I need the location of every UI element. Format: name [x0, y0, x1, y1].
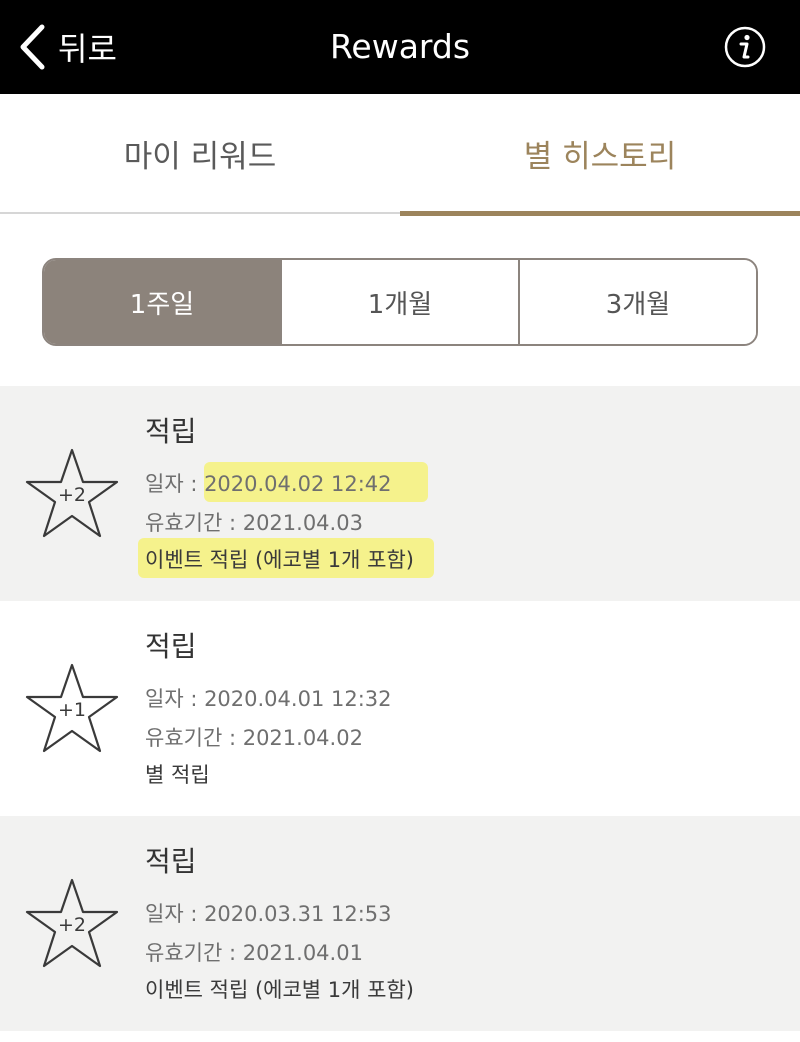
- back-button[interactable]: 뒤로: [18, 22, 117, 72]
- back-label: 뒤로: [58, 30, 117, 68]
- tab-my-rewards[interactable]: 마이 리워드: [0, 94, 400, 212]
- chevron-left-icon: [20, 24, 45, 70]
- period-3-months[interactable]: 3개월: [518, 260, 756, 344]
- star-count: +1: [58, 699, 86, 721]
- info-button[interactable]: [724, 26, 766, 68]
- period-1-week[interactable]: 1주일: [44, 260, 280, 344]
- star-icon: +1: [25, 663, 119, 753]
- info-icon: [724, 26, 766, 68]
- period-filter: 1주일 1개월 3개월: [42, 258, 758, 346]
- item-title: 적립: [145, 845, 197, 878]
- list-item[interactable]: +1 적립 일자 : 2020.04.01 12:32 유효기간 : 2021.…: [0, 601, 800, 816]
- period-1-month[interactable]: 1개월: [280, 260, 518, 344]
- list-item[interactable]: +2 적립 일자 : 2020.03.31 12:53 유효기간 : 2021.…: [0, 816, 800, 1031]
- star-count: +2: [58, 914, 86, 936]
- star-icon: +2: [25, 878, 119, 968]
- active-tab-indicator: [400, 211, 800, 216]
- item-date: 일자 : 2020.04.01 12:32: [145, 687, 392, 711]
- item-expiry: 유효기간 : 2021.04.01: [145, 941, 363, 965]
- star-history-list: +2 적립 일자 : 2020.04.02 12:42 유효기간 : 2021.…: [0, 386, 800, 1031]
- star-icon: +2: [25, 448, 119, 538]
- item-date: 일자 : 2020.03.31 12:53: [145, 902, 392, 926]
- item-note: 이벤트 적립 (에코별 1개 포함): [145, 978, 414, 1002]
- item-note: 별 적립: [145, 763, 210, 787]
- list-item[interactable]: +2 적립 일자 : 2020.04.02 12:42 유효기간 : 2021.…: [0, 386, 800, 601]
- item-title: 적립: [145, 415, 197, 448]
- page-title: Rewards: [329, 27, 471, 66]
- rewards-tabs: 마이 리워드 별 히스토리: [0, 94, 800, 216]
- item-note: 이벤트 적립 (에코별 1개 포함): [145, 548, 414, 572]
- item-date: 일자 : 2020.04.02 12:42: [145, 472, 392, 496]
- app-header: 뒤로 Rewards: [0, 0, 800, 94]
- item-expiry: 유효기간 : 2021.04.03: [145, 511, 363, 535]
- star-count: +2: [58, 484, 86, 506]
- tab-star-history[interactable]: 별 히스토리: [400, 94, 800, 212]
- item-title: 적립: [145, 630, 197, 663]
- item-expiry: 유효기간 : 2021.04.02: [145, 726, 363, 750]
